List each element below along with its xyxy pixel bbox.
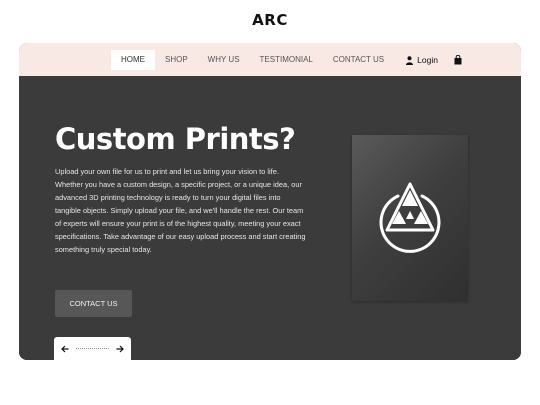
hero-description: Upload your own file for us to print and…: [55, 167, 306, 254]
nav-item-shop[interactable]: SHOP: [155, 50, 198, 70]
contact-us-button[interactable]: CONTACT US: [55, 290, 132, 317]
cart-button[interactable]: [448, 50, 468, 70]
login-label: Login: [417, 55, 438, 65]
nav-item-home[interactable]: HOME: [111, 50, 155, 70]
slider-track: [76, 348, 109, 349]
arrow-left-icon[interactable]: [60, 344, 70, 354]
hero-title: Custom Prints?: [55, 122, 296, 156]
main-nav: HOME SHOP WHY US TESTIMONIAL CONTACT US …: [111, 50, 468, 70]
user-icon: [406, 55, 414, 65]
login-link[interactable]: Login: [394, 50, 448, 70]
hero-section: Custom Prints? Upload your own file for …: [19, 76, 521, 360]
slider-controls: [54, 337, 131, 360]
shopping-bag-icon: [454, 55, 462, 65]
page-frame: HOME SHOP WHY US TESTIMONIAL CONTACT US …: [19, 43, 521, 360]
nav-item-contact-us[interactable]: CONTACT US: [323, 50, 394, 70]
navbar: HOME SHOP WHY US TESTIMONIAL CONTACT US …: [19, 43, 521, 76]
nav-item-testimonial[interactable]: TESTIMONIAL: [250, 50, 323, 70]
triangle-logo-icon: [379, 182, 441, 253]
product-image: [352, 135, 468, 301]
nav-item-why-us[interactable]: WHY US: [198, 50, 250, 70]
brand-logo[interactable]: ARC: [0, 11, 540, 29]
arrow-right-icon[interactable]: [115, 344, 125, 354]
